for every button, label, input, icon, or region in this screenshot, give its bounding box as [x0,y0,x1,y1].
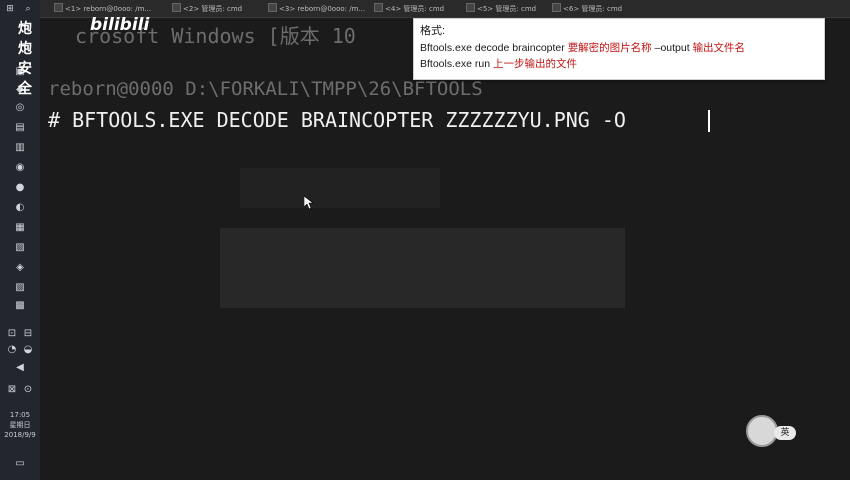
tab-3[interactable]: <3> reborn@0ooo: /m... [268,3,365,14]
format-note-popup: 格式: Bftools.exe decode braincopter 要解密的图… [413,18,825,80]
note-line-decode: Bftools.exe decode braincopter 要解密的图片名称 … [420,42,746,54]
taskbar-app-icon[interactable]: ▥ [14,142,26,154]
mouse-pointer-icon [304,196,314,210]
system-clock[interactable]: 17:05 星期日 2018/9/9 [0,410,40,440]
notification-icon[interactable]: ▭ [14,458,26,470]
terminal-command-input[interactable]: # BFTOOLS.EXE DECODE BRAINCOPTER ZZZZZZY… [48,108,626,132]
tray-icon[interactable]: ◒ [22,344,34,356]
terminal-tab-strip: <1> reborn@0ooo: /m... <2> 管理员: cmd <3> … [40,0,850,18]
tray-icon[interactable]: ⊡ [6,328,18,340]
tray-icon[interactable]: ⊙ [22,384,34,396]
text-cursor [708,110,710,132]
channel-watermark: 炮炮安全 [18,21,32,97]
note-line-run: Bftools.exe run 上一步输出的文件 [420,58,577,70]
taskbar-app-icon[interactable]: ◉ [14,162,26,174]
tab-1[interactable]: <1> reborn@0ooo: /m... [54,3,151,14]
taskbar-app-icon[interactable]: ▦ [14,222,26,234]
ime-language-indicator[interactable]: 英 [774,426,796,440]
tray-icon[interactable]: ⊠ [6,384,18,396]
network-icon[interactable]: ◔ [6,344,18,356]
terminal-icon [172,3,181,12]
taskbar-app-icon[interactable]: ▤ [14,122,26,134]
note-title: 格式: [420,25,446,37]
tab-5[interactable]: <5> 管理员: cmd [466,3,536,14]
clock-date: 2018/9/9 [4,431,36,439]
taskbar-app-icon[interactable]: ◈ [14,262,26,274]
taskbar-app-icon[interactable]: ● [14,182,26,194]
taskbar-app-icon[interactable]: ◐ [14,202,26,214]
taskbar-app-icon[interactable]: ▨ [14,282,26,294]
terminal-icon [54,3,63,12]
tab-2[interactable]: <2> 管理员: cmd [172,3,242,14]
search-icon[interactable]: ⌕ [22,4,34,16]
faint-background-window [220,228,625,308]
terminal-prompt: reborn@0000 D:\FORKALI\TMPP\26\BFTOOLS [48,78,483,100]
taskbar-app-icon[interactable]: ▧ [14,242,26,254]
tab-6[interactable]: <6> 管理员: cmd [552,3,622,14]
clock-weekday: 星期日 [9,421,31,429]
bilibili-logo: bilibili [90,15,150,35]
taskbar-app-icon[interactable]: ◎ [14,102,26,114]
terminal-icon [552,3,561,12]
volume-icon[interactable]: ◀ [14,362,26,374]
taskbar-app-icon[interactable]: ▩ [14,300,26,312]
tray-icon[interactable]: ⊟ [22,328,34,340]
terminal-window[interactable]: crosoft Windows [版本 10 reborn@0000 D:\FO… [40,18,850,480]
clock-time: 17:05 [9,411,31,419]
terminal-icon [466,3,475,12]
tab-4[interactable]: <4> 管理员: cmd [374,3,444,14]
faint-background-window [240,168,440,208]
windows-start-icon[interactable]: ⊞ [4,4,16,16]
terminal-icon [374,3,383,12]
terminal-icon [268,3,277,12]
